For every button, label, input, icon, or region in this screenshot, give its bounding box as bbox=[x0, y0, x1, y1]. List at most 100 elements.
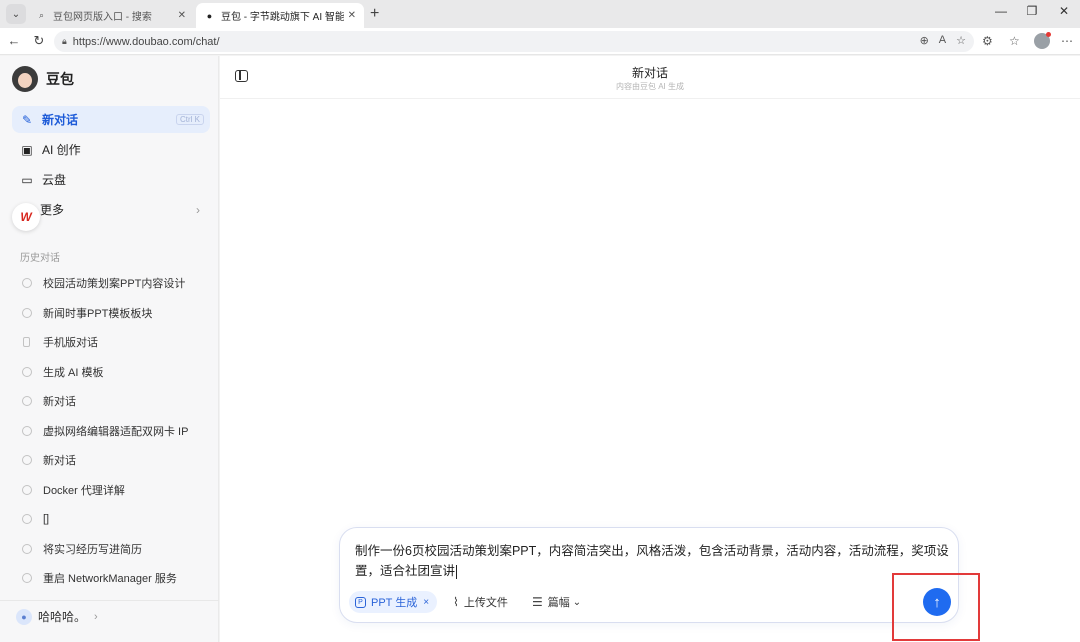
chat-bubble-icon bbox=[22, 573, 32, 583]
history-item-label: 校园活动策划案PPT内容设计 bbox=[43, 278, 186, 290]
divider bbox=[0, 600, 219, 601]
history-section-label: 历史对话 bbox=[20, 253, 60, 264]
list-icon: ☰ bbox=[532, 595, 543, 609]
browser-tab-search[interactable]: ⌕ 豆包网页版入口 - 搜索 ✕ bbox=[28, 3, 194, 28]
history-item-label: 重启 NetworkManager 服务 bbox=[43, 573, 177, 585]
ppt-skill-chip[interactable]: P PPT 生成 × bbox=[349, 591, 438, 613]
window-close-button[interactable]: ✕ bbox=[1049, 4, 1079, 18]
search-icon: ⌕ bbox=[38, 10, 45, 20]
message-composer[interactable]: 制作一份6页校园活动策划案PPT，内容简洁突出，风格活泼，包含活动背景，活动内容… bbox=[339, 527, 959, 623]
history-item[interactable]: 校园活动策划案PPT内容设计 bbox=[20, 272, 210, 294]
text-caret bbox=[456, 564, 458, 579]
history-item-label: 虚拟网络编辑器适配双网卡 IP bbox=[43, 426, 189, 438]
sidebar-item-cloud-drive[interactable]: ▭ 云盘 bbox=[12, 166, 210, 193]
user-name: 哈哈哈。 bbox=[38, 610, 87, 624]
phone-icon bbox=[23, 337, 30, 347]
tab-close-button[interactable]: ✕ bbox=[348, 10, 356, 21]
message-input-text: 制作一份6页校园活动策划案PPT，内容简洁突出，风格活泼，包含活动背景，活动内容… bbox=[355, 544, 949, 578]
sidebar-item-label: AI 创作 bbox=[42, 143, 81, 157]
brand[interactable]: 豆包 bbox=[12, 66, 74, 92]
chevron-right-icon: › bbox=[94, 610, 98, 623]
browser-tab-doubao[interactable]: ● 豆包 - 字节跳动旗下 AI 智能助手 ✕ bbox=[196, 3, 364, 28]
doubao-favicon-icon: ● bbox=[206, 10, 213, 21]
history-item[interactable]: 将实习经历写进简历 bbox=[20, 538, 210, 560]
message-input[interactable]: 制作一份6页校园活动策划案PPT，内容简洁突出，风格活泼，包含活动背景，活动内容… bbox=[355, 541, 955, 581]
history-item[interactable]: [] bbox=[20, 508, 210, 530]
length-dropdown[interactable]: ☰ 篇幅 ⌄ bbox=[532, 593, 581, 611]
lock-icon: 🔒︎ bbox=[62, 36, 67, 46]
chat-main: 新对话 内容由豆包 AI 生成 制作一份6页校园活动策划案PPT，内容简洁突出，… bbox=[220, 56, 1080, 642]
history-item-label: 手机版对话 bbox=[43, 337, 98, 349]
tab-close-button[interactable]: ✕ bbox=[178, 10, 186, 21]
profile-avatar[interactable] bbox=[1034, 32, 1051, 49]
ppt-icon: P bbox=[355, 596, 366, 608]
history-item[interactable]: 手机版对话 bbox=[20, 331, 210, 353]
folder-icon: ▭ bbox=[21, 172, 33, 187]
chat-bubble-icon bbox=[22, 485, 32, 495]
history-item-label: [] bbox=[43, 513, 50, 525]
chat-subtitle: 内容由豆包 AI 生成 bbox=[615, 82, 684, 91]
wps-icon[interactable]: W bbox=[12, 203, 40, 231]
sidebar: 豆包 ✎ 新对话 Ctrl K ▣ AI 创作 ▭ 云盘 更多 › W 历史对话… bbox=[0, 56, 219, 642]
back-icon[interactable]: ← bbox=[5, 33, 23, 49]
history-item[interactable]: 生成 AI 模板 bbox=[20, 361, 210, 383]
refresh-icon[interactable]: ↻ bbox=[30, 33, 48, 49]
chat-bubble-icon bbox=[22, 426, 32, 436]
zoom-icon[interactable]: ⊕ bbox=[920, 34, 929, 47]
browser-toolbar: ← ↻ 🔒︎ https://www.doubao.com/chat/ ⊕ A … bbox=[0, 28, 1080, 55]
chat-bubble-icon bbox=[22, 396, 32, 406]
history-item[interactable]: 新闻时事PPT模板板块 bbox=[20, 302, 210, 324]
read-aloud-icon[interactable]: A bbox=[939, 34, 946, 47]
chip-label: PPT 生成 bbox=[371, 597, 418, 609]
sidebar-item-ai-create[interactable]: ▣ AI 创作 bbox=[12, 136, 210, 163]
extensions-icon[interactable]: ⚙ bbox=[982, 34, 993, 48]
address-bar[interactable]: 🔒︎ https://www.doubao.com/chat/ ⊕ A ☆ bbox=[54, 31, 974, 52]
history-item[interactable]: Docker 代理详解 bbox=[20, 479, 210, 501]
more-menu-icon[interactable]: ⋯ bbox=[1061, 34, 1073, 48]
chat-bubble-icon bbox=[22, 308, 32, 318]
divider bbox=[220, 98, 1080, 99]
user-avatar-icon: ● bbox=[16, 608, 32, 625]
sidebar-item-label: 云盘 bbox=[42, 173, 67, 187]
history-item[interactable]: 虚拟网络编辑器适配双网卡 IP bbox=[20, 420, 210, 442]
history-item[interactable]: 新对话 bbox=[20, 449, 210, 471]
sidebar-item-label: 更多 bbox=[40, 203, 65, 217]
tab-title: 豆包网页版入口 - 搜索 bbox=[53, 12, 152, 23]
length-label: 篇幅 bbox=[547, 597, 570, 609]
shortcut-badge: Ctrl K bbox=[176, 114, 204, 125]
sidebar-item-more[interactable]: 更多 › bbox=[12, 196, 210, 223]
new-tab-button[interactable]: + bbox=[370, 5, 379, 23]
favorite-star-icon[interactable]: ☆ bbox=[956, 34, 966, 47]
user-menu[interactable]: ● 哈哈哈。 › bbox=[16, 608, 98, 625]
browser-tab-strip: ⌄ ⌕ 豆包网页版入口 - 搜索 ✕ ● 豆包 - 字节跳动旗下 AI 智能助手… bbox=[0, 0, 1080, 28]
url-text: https://www.doubao.com/chat/ bbox=[72, 35, 220, 48]
history-item-label: 新闻时事PPT模板板块 bbox=[43, 308, 153, 320]
chat-bubble-icon bbox=[22, 544, 32, 554]
chat-title: 新对话 bbox=[631, 66, 668, 80]
history-item[interactable]: 重启 NetworkManager 服务 bbox=[20, 567, 210, 589]
history-item-label: 新对话 bbox=[43, 455, 76, 467]
favorites-icon[interactable]: ☆ bbox=[1009, 34, 1020, 48]
history-item[interactable]: 新对话 bbox=[20, 390, 210, 412]
chevron-down-icon: ⌄ bbox=[572, 596, 582, 608]
history-item-label: 生成 AI 模板 bbox=[43, 367, 104, 379]
upload-label: 上传文件 bbox=[463, 597, 508, 609]
tab-title: 豆包 - 字节跳动旗下 AI 智能助手 bbox=[221, 12, 344, 23]
sidebar-item-new-chat[interactable]: ✎ 新对话 Ctrl K bbox=[12, 106, 210, 133]
restore-button[interactable]: ❐ bbox=[1017, 4, 1047, 18]
minimize-button[interactable]: — bbox=[986, 4, 1016, 18]
chevron-right-icon: › bbox=[196, 202, 200, 217]
chat-bubble-icon bbox=[22, 514, 32, 524]
image-icon: ▣ bbox=[21, 142, 33, 157]
brand-name: 豆包 bbox=[46, 71, 74, 87]
history-item-label: 将实习经历写进简历 bbox=[43, 544, 142, 556]
history-item-label: Docker 代理详解 bbox=[43, 485, 125, 497]
chat-bubble-icon bbox=[22, 367, 32, 377]
history-item-label: 新对话 bbox=[43, 396, 76, 408]
upload-file-button[interactable]: ⌇ 上传文件 bbox=[453, 593, 508, 611]
tab-actions-button[interactable]: ⌄ bbox=[6, 4, 26, 24]
doubao-avatar bbox=[12, 66, 38, 92]
sidebar-item-label: 新对话 bbox=[42, 113, 79, 127]
paperclip-icon: ⌇ bbox=[453, 595, 459, 609]
chip-remove-button[interactable]: × bbox=[423, 597, 429, 608]
